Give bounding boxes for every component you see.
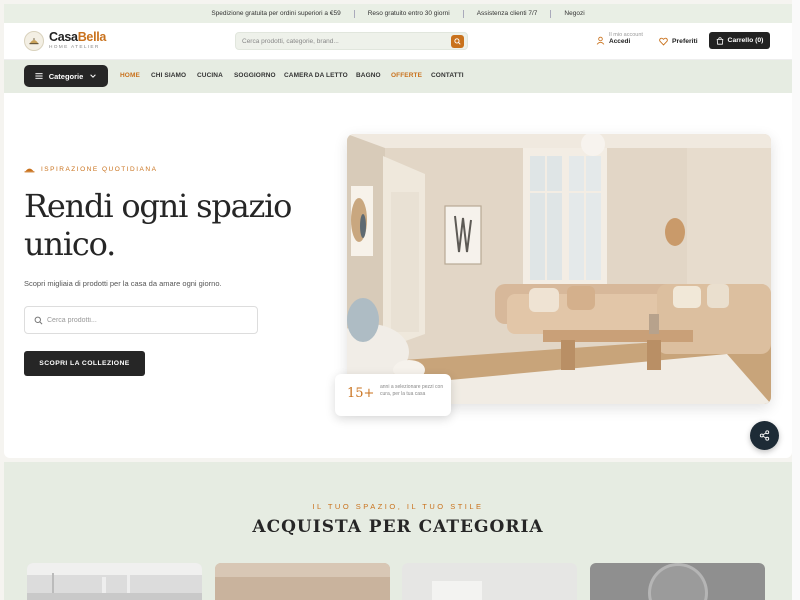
- hero-section: ISPIRAZIONE QUOTIDIANA Rendi ogni spazio…: [4, 93, 792, 458]
- hero-title-line2: unico.: [24, 225, 116, 263]
- topbar-stores[interactable]: Negozi: [551, 10, 597, 17]
- experience-badge: 15+ anni a selezionare pezzi con cura, p…: [335, 374, 451, 416]
- site-header: CasaBella Home Atelier Il mio account Ac…: [4, 23, 792, 60]
- topbar-returns: Reso gratuito entro 30 giorni: [367, 10, 450, 17]
- badge-number: 15+: [347, 386, 375, 401]
- badge-text: anni a selezionare pezzi con cura, per l…: [380, 384, 444, 397]
- category-card[interactable]: [590, 563, 765, 600]
- favorites-link[interactable]: Preferiti: [659, 37, 698, 46]
- nav-home[interactable]: HOME: [120, 72, 140, 79]
- hero-title-line1: Rendi ogni spazio: [24, 187, 292, 225]
- hero-eyebrow-text: ISPIRAZIONE QUOTIDIANA: [41, 166, 158, 173]
- nav-camera-da-letto[interactable]: CAMERA DA LETTO: [284, 72, 348, 79]
- share-button[interactable]: [750, 421, 779, 450]
- hero-subtitle: Scopri migliaia di prodotti per la casa …: [24, 279, 222, 288]
- header-search-input[interactable]: [242, 35, 442, 48]
- nav-offerte[interactable]: OFFERTE: [391, 72, 422, 79]
- cart-icon: [716, 36, 723, 45]
- hero-search-input[interactable]: [47, 314, 247, 327]
- nav-bagno[interactable]: BAGNO: [356, 72, 381, 79]
- hero-eyebrow: ISPIRAZIONE QUOTIDIANA: [24, 165, 157, 174]
- menu-icon: [35, 73, 43, 79]
- heart-icon: [659, 37, 668, 46]
- search-icon: [454, 38, 461, 45]
- discover-collection-button[interactable]: SCOPRI LA COLLEZIONE: [24, 351, 145, 376]
- search-icon: [34, 316, 43, 325]
- logo-tagline: Home Atelier: [49, 45, 100, 50]
- nav-contatti[interactable]: CONTATTI: [431, 72, 464, 79]
- cloche-icon[interactable]: [24, 31, 44, 51]
- topbar-shipping: Spedizione gratuita per ordini superiori…: [211, 10, 341, 17]
- nav-chi-siamo[interactable]: CHI SIAMO: [151, 72, 186, 79]
- user-icon: [596, 32, 605, 50]
- category-card[interactable]: [215, 563, 390, 600]
- scrollbar[interactable]: [792, 0, 800, 600]
- hero-title: Rendi ogni spazio unico.: [24, 187, 324, 263]
- main-nav: Categorie HOME CHI SIAMO CUCINA SOGGIORN…: [4, 60, 792, 93]
- chevron-down-icon: [90, 74, 97, 78]
- topbar-support[interactable]: Assistenza clienti 7/7: [464, 10, 551, 17]
- logo-name[interactable]: CasaBella: [49, 30, 106, 44]
- categories-title: ACQUISTA PER CATEGORIA: [252, 517, 544, 537]
- categories-label: Categorie: [48, 71, 84, 81]
- category-card[interactable]: [402, 563, 577, 600]
- categories-section: IL TUO SPAZIO, IL TUO STILE ACQUISTA PER…: [4, 462, 792, 600]
- account-link[interactable]: Il mio account Accedi: [596, 32, 643, 50]
- cart-button[interactable]: Carrello (0): [709, 32, 770, 49]
- category-card[interactable]: [27, 563, 202, 600]
- logo-name-part1: Casa: [49, 30, 78, 44]
- announcement-bar: Spedizione gratuita per ordini superiori…: [4, 4, 792, 23]
- logo-name-part2: Bella: [77, 30, 107, 44]
- share-icon: [759, 430, 770, 441]
- cloche-icon: [24, 168, 35, 173]
- nav-soggiorno[interactable]: SOGGIORNO: [234, 72, 276, 79]
- cart-label: Carrello (0): [727, 37, 764, 44]
- hero-living-room-image: [347, 134, 771, 404]
- categories-eyebrow: IL TUO SPAZIO, IL TUO STILE: [312, 502, 484, 511]
- categories-button[interactable]: Categorie: [24, 65, 108, 87]
- search-button[interactable]: [451, 35, 464, 48]
- header-search: [235, 32, 468, 50]
- favorites-label: Preferiti: [672, 38, 698, 45]
- hero-search: [24, 306, 258, 334]
- nav-cucina[interactable]: CUCINA: [197, 72, 223, 79]
- login-link[interactable]: Accedi: [609, 38, 643, 45]
